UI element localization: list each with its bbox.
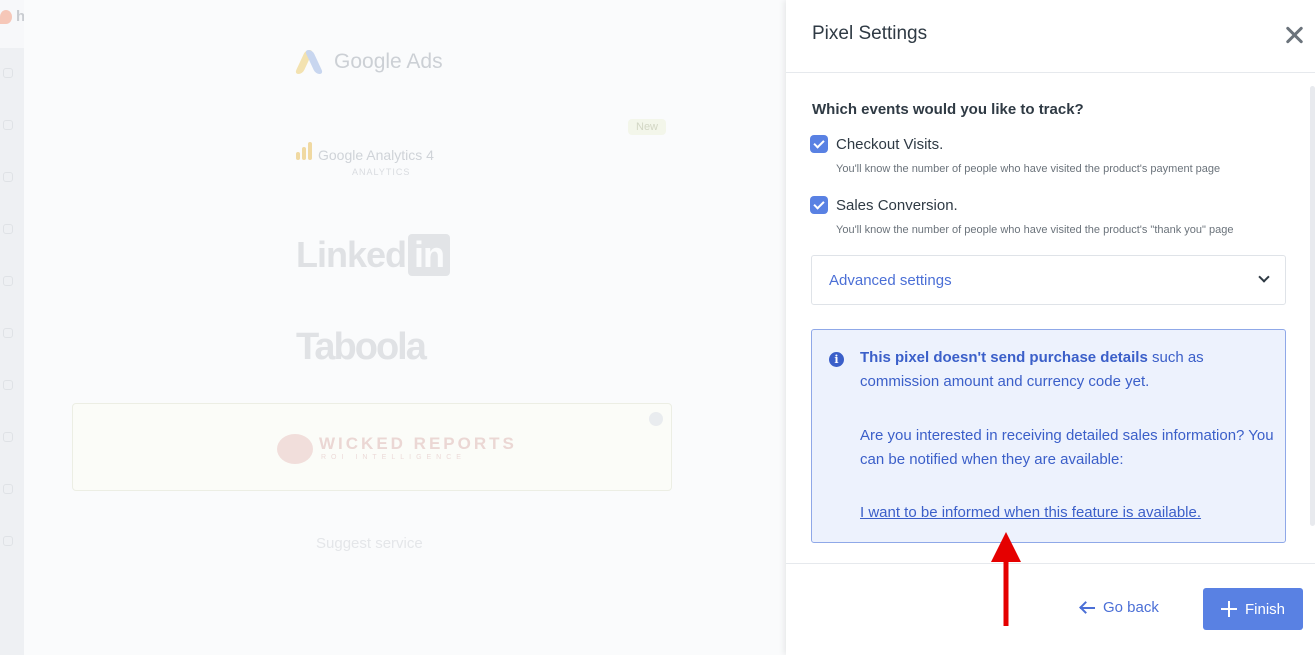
service-wicked-reports[interactable]: WICKED REPORTS ROI INTELLIGENCE [72,403,672,491]
plus-icon [1220,601,1237,617]
checkout-visits-checkbox[interactable]: Checkout Visits. [810,135,943,153]
hotmart-flame-icon [0,9,12,24]
linkedin-in-mark: in [408,234,451,276]
advanced-settings-accordion[interactable]: Advanced settings [811,255,1286,305]
go-back-label: Go back [1103,599,1159,616]
info-notice-paragraph: Are you interested in receiving detailed… [860,427,1274,468]
taboola-label: Taboola [296,326,427,368]
rail-icon [3,172,13,182]
annotation-arrow-head [991,532,1021,562]
service-taboola[interactable]: Taboola [296,326,427,369]
info-notice-bold: This pixel doesn't send purchase details [860,349,1148,366]
linkedin-label: Linked [296,234,407,275]
info-icon: i [829,352,844,367]
advanced-settings-label: Advanced settings [829,272,952,289]
info-notice-text: This pixel doesn't send purchase details… [860,346,1280,394]
wicked-reports-label: WICKED REPORTS [319,434,517,453]
ga4-label: Google Analytics 4 [318,147,434,163]
checkbox-checked-icon[interactable] [810,196,828,214]
sales-conversion-checkbox[interactable]: Sales Conversion. [810,196,958,214]
wicked-reports-logo: WICKED REPORTS ROI INTELLIGENCE [279,434,514,461]
drawer-footer: Go back Finish [786,563,1315,655]
sales-conversion-description: You'll know the number of people who hav… [836,224,1234,236]
rail-icon [3,328,13,338]
rail-icon [3,120,13,130]
close-icon[interactable] [1281,22,1307,48]
sales-conversion-label: Sales Conversion. [836,196,958,214]
service-google-analytics-4[interactable]: Google Analytics 4 ANALYTICS [296,142,434,177]
checkout-visits-description: You'll know the number of people who hav… [836,163,1221,175]
finish-label: Finish [1244,600,1285,618]
arrow-left-icon [1079,601,1095,615]
go-back-button[interactable]: Go back [1079,599,1159,616]
rail-icon [3,484,13,494]
checkout-visits-label: Checkout Visits. [836,135,944,153]
pixel-settings-drawer: Pixel Settings Which events would you li… [786,0,1315,655]
service-linkedin[interactable]: Linked in [296,234,451,276]
chevron-down-icon [1258,271,1270,283]
drawer-header: Pixel Settings [786,0,1315,73]
service-google-ads[interactable]: Google Ads [296,50,443,74]
rail-icon [3,276,13,286]
info-notice: i This pixel doesn't send purchase detai… [811,329,1286,543]
rail-icon [3,536,13,546]
events-question: Which events would you like to track? [812,101,1084,118]
drawer-title: Pixel Settings [812,23,928,44]
selected-check-icon [649,412,663,426]
rail-icon [3,380,13,390]
google-ads-label: Google Ads [334,50,443,73]
suggest-service-link[interactable]: Suggest service [316,535,423,552]
drawer-body: Which events would you like to track? Ch… [786,73,1315,563]
wicked-reports-sublabel: ROI INTELLIGENCE [321,454,466,461]
rail-icon [3,68,13,78]
side-rail [0,48,24,655]
google-analytics-icon [296,142,314,163]
google-ads-icon [296,50,324,74]
notify-me-link[interactable]: I want to be informed when this feature … [860,504,1201,521]
finish-button[interactable]: Finish [1203,588,1303,630]
rail-icon [3,224,13,234]
annotation-arrow-icon [991,532,1021,626]
new-badge: New [628,119,667,135]
ga4-sublabel: ANALYTICS [352,167,411,177]
checkbox-checked-icon[interactable] [810,135,828,153]
rail-icon [3,432,13,442]
